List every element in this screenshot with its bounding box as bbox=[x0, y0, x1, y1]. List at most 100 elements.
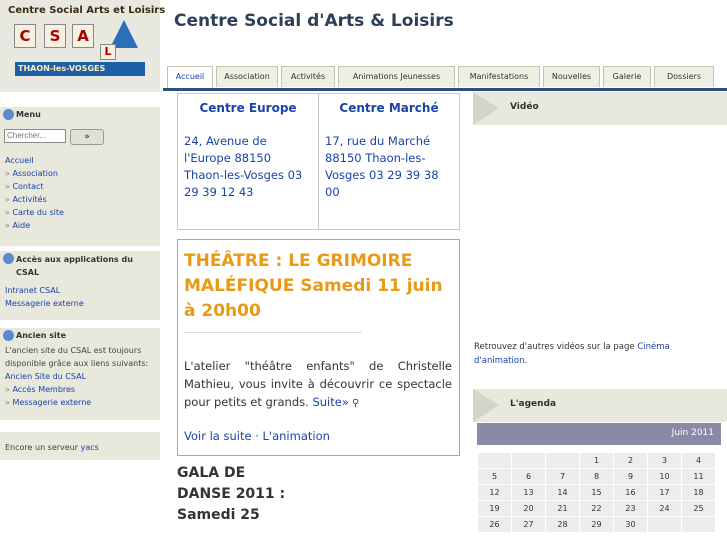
agenda-title: L'agenda bbox=[510, 399, 557, 409]
tab-animations-jeunesses[interactable]: Animations Jeunesses bbox=[338, 66, 455, 87]
calendar-week: 1 2 3 4 bbox=[478, 453, 715, 468]
site-logo[interactable]: Centre Social Arts et Loisirs C S A L TH… bbox=[0, 0, 165, 92]
calendar-day[interactable]: 29 bbox=[580, 517, 613, 532]
tab-accueil[interactable]: Accueil bbox=[167, 66, 213, 88]
calendar-day[interactable]: 11 bbox=[682, 469, 715, 484]
yacs-link[interactable]: yacs bbox=[81, 443, 99, 452]
calendar-day[interactable]: 9 bbox=[614, 469, 647, 484]
calendar-day[interactable]: 21 bbox=[546, 501, 579, 516]
acces-membres-link[interactable]: Accès Membres bbox=[12, 385, 75, 394]
calendar-day bbox=[682, 517, 715, 532]
calendar-day[interactable]: 15 bbox=[580, 485, 613, 500]
site-title: Centre Social d'Arts & Loisirs bbox=[174, 11, 454, 31]
calendar-day[interactable]: 14 bbox=[546, 485, 579, 500]
menu-item-accueil[interactable]: Accueil bbox=[0, 154, 160, 167]
logo-letter: S bbox=[44, 24, 66, 48]
calendar-day[interactable]: 17 bbox=[648, 485, 681, 500]
theatre-body: L'atelier "théâtre enfants" de Christell… bbox=[184, 357, 452, 413]
theatre-title[interactable]: THÉÂTRE : LE GRIMOIRE MALÉFIQUE Samedi 1… bbox=[184, 249, 454, 324]
calendar-week: 5 6 7 8 9 10 11 bbox=[478, 469, 715, 484]
tab-dossiers[interactable]: Dossiers bbox=[654, 66, 714, 87]
old-site-title: Ancien site bbox=[16, 331, 67, 340]
logo-letter: C bbox=[14, 24, 36, 48]
calendar-day[interactable]: 12 bbox=[478, 485, 511, 500]
old-messagerie-link[interactable]: Messagerie externe bbox=[12, 398, 91, 407]
calendar-day[interactable]: 8 bbox=[580, 469, 613, 484]
globe-icon bbox=[3, 253, 14, 264]
old-site-box: Ancien site L'ancien site du CSAL est to… bbox=[0, 328, 160, 420]
calendar-day[interactable]: 18 bbox=[682, 485, 715, 500]
calendar-day[interactable]: 27 bbox=[512, 517, 545, 532]
search-button[interactable]: » bbox=[70, 129, 104, 145]
home-icon bbox=[3, 109, 14, 120]
calendar-day[interactable]: 22 bbox=[580, 501, 613, 516]
video-title: Vidéo bbox=[510, 102, 539, 112]
calendar-day[interactable]: 24 bbox=[648, 501, 681, 516]
messagerie-link[interactable]: Messagerie externe bbox=[5, 299, 84, 308]
agenda-header: L'agenda bbox=[473, 389, 727, 422]
menu-item-contact[interactable]: » Contact bbox=[0, 180, 160, 193]
logo-bottom-text: THAON-les-VOSGES bbox=[18, 64, 106, 73]
centre-address: 17, rue du Marché 88150 Thaon-les-Vosges… bbox=[325, 134, 439, 199]
logo-letter: L bbox=[100, 44, 116, 60]
main-nav: Accueil Association Activités Animations… bbox=[163, 66, 727, 88]
centre-name: Centre Europe bbox=[199, 101, 297, 115]
menu-link[interactable]: Association bbox=[12, 169, 58, 178]
calendar-day[interactable]: 23 bbox=[614, 501, 647, 516]
calendar-day[interactable]: 16 bbox=[614, 485, 647, 500]
menu-link[interactable]: Accueil bbox=[5, 156, 34, 165]
animation-tag-link[interactable]: L'animation bbox=[263, 429, 330, 443]
calendar-month-bar: Juin 2011 bbox=[477, 423, 721, 445]
calendar-day[interactable]: 25 bbox=[682, 501, 715, 516]
video-note-end: . bbox=[524, 356, 528, 366]
apps-box: Accès aux applications du CSAL Intranet … bbox=[0, 251, 160, 320]
divider bbox=[184, 332, 362, 333]
video-header: Vidéo bbox=[473, 92, 727, 125]
calendar-day[interactable]: 13 bbox=[512, 485, 545, 500]
menu-item-association[interactable]: » Association bbox=[0, 167, 160, 180]
calendar-month: Juin 2011 bbox=[671, 428, 714, 438]
tab-association[interactable]: Association bbox=[216, 66, 278, 87]
apps-title: Accès aux applications du CSAL bbox=[16, 255, 133, 277]
calendar-day[interactable]: 4 bbox=[682, 453, 715, 468]
gala-title[interactable]: GALA DE DANSE 2011 : Samedi 25 bbox=[177, 463, 287, 526]
calendar-day[interactable]: 10 bbox=[648, 469, 681, 484]
tab-galerie[interactable]: Galerie bbox=[603, 66, 651, 87]
menu-item-carte-du-site[interactable]: » Carte du site bbox=[0, 206, 160, 219]
calendar-day[interactable]: 30 bbox=[614, 517, 647, 532]
menu-item-activites[interactable]: » Activités bbox=[0, 193, 160, 206]
centre-europe: Centre Europe 24, Avenue de l'Europe 881… bbox=[178, 94, 318, 229]
logo-top-text: Centre Social Arts et Loisirs bbox=[8, 5, 166, 16]
centre-name: Centre Marché bbox=[339, 101, 439, 115]
tab-activites[interactable]: Activités bbox=[281, 66, 335, 87]
menu-link[interactable]: Contact bbox=[12, 182, 43, 191]
calendar-day[interactable]: 19 bbox=[478, 501, 511, 516]
calendar-day[interactable]: 6 bbox=[512, 469, 545, 484]
tab-manifestations[interactable]: Manifestations bbox=[458, 66, 540, 87]
globe-icon bbox=[3, 330, 14, 341]
voir-la-suite-link[interactable]: Voir la suite bbox=[184, 429, 252, 443]
chevron-icon bbox=[473, 92, 499, 125]
calendar-day[interactable]: 2 bbox=[614, 453, 647, 468]
old-site-link[interactable]: Ancien Site du CSAL bbox=[5, 372, 86, 381]
tab-nouvelles[interactable]: Nouvelles bbox=[543, 66, 600, 87]
menu-link[interactable]: Aide bbox=[12, 221, 30, 230]
search-input[interactable] bbox=[4, 129, 66, 143]
calendar-day[interactable]: 5 bbox=[478, 469, 511, 484]
calendar-day[interactable]: 7 bbox=[546, 469, 579, 484]
theatre-footer: Voir la suite · L'animation bbox=[184, 429, 330, 443]
intranet-link[interactable]: Intranet CSAL bbox=[5, 286, 60, 295]
menu-link[interactable]: Carte du site bbox=[12, 208, 64, 217]
menu-box: Menu » Accueil » Association » Contact »… bbox=[0, 107, 160, 246]
suite-link[interactable]: Suite» bbox=[312, 395, 348, 409]
calendar-day[interactable]: 26 bbox=[478, 517, 511, 532]
calendar-day[interactable]: 28 bbox=[546, 517, 579, 532]
calendar-day[interactable]: 1 bbox=[580, 453, 613, 468]
theatre-article: THÉÂTRE : LE GRIMOIRE MALÉFIQUE Samedi 1… bbox=[177, 239, 460, 456]
calendar-day[interactable]: 20 bbox=[512, 501, 545, 516]
menu-item-aide[interactable]: » Aide bbox=[0, 219, 160, 232]
video-note: Retrouvez d'autres vidéos sur la page Ci… bbox=[474, 340, 714, 368]
server-box: Encore un serveur yacs bbox=[0, 432, 160, 460]
menu-link[interactable]: Activités bbox=[12, 195, 46, 204]
calendar-day[interactable]: 3 bbox=[648, 453, 681, 468]
